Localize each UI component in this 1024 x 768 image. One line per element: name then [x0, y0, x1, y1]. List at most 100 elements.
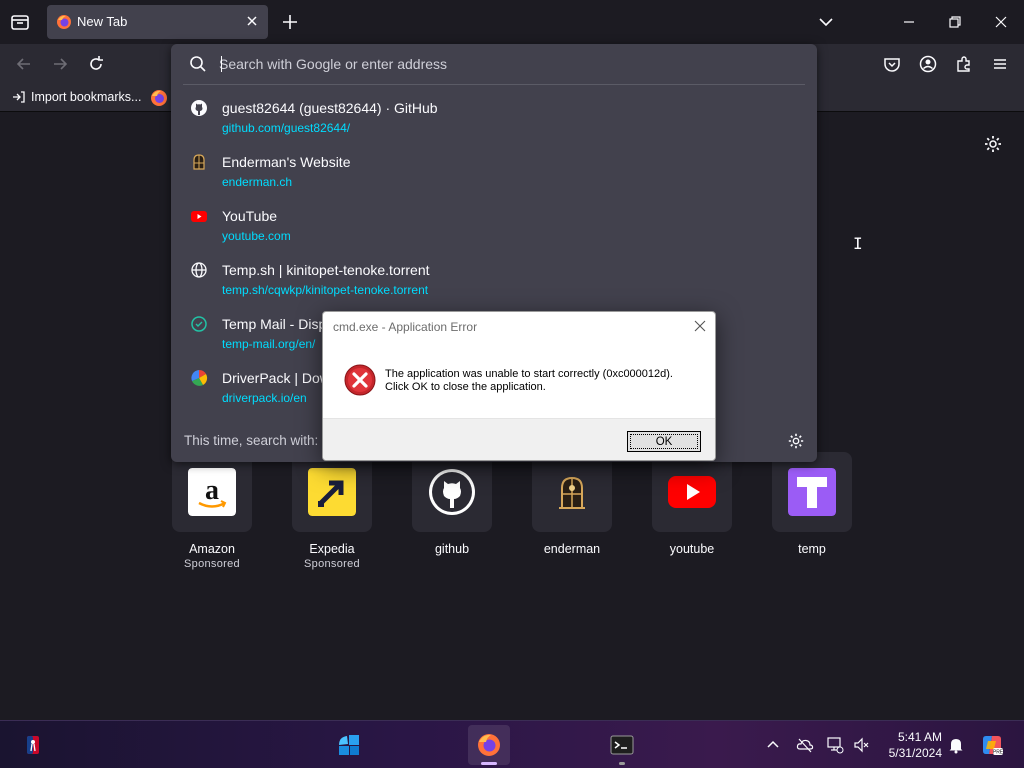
dialog-message: The application was unable to start corr… [385, 368, 673, 380]
text-caret [221, 56, 222, 72]
result-title: Temp.sh | kinitopet-tenoke.torrent [222, 262, 430, 278]
top-site-tile [772, 452, 852, 532]
start-icon[interactable] [337, 733, 361, 757]
result-url: temp.sh/cqwkp/kinitopet-tenoke.torrent [222, 283, 429, 297]
top-site-youtube[interactable]: youtube [652, 452, 732, 556]
github-icon [191, 100, 207, 116]
clock-time: 5:41 AM [897, 730, 942, 744]
minimize-button[interactable] [897, 10, 921, 34]
top-site-label: github [434, 542, 470, 556]
chevron-up-icon[interactable] [764, 736, 782, 754]
text-cursor-icon: I [853, 234, 863, 253]
top-site-label: enderman [543, 542, 601, 556]
tab-new-tab[interactable]: New Tab [47, 5, 268, 39]
volume-muted-icon[interactable] [853, 736, 871, 754]
result-url: enderman.ch [222, 175, 293, 189]
close-window-button[interactable] [989, 10, 1013, 34]
dialog-title: cmd.exe - Application Error [333, 320, 478, 334]
error-icon [344, 364, 376, 396]
top-site-label: temp [798, 542, 826, 556]
firefox-icon[interactable] [150, 89, 168, 107]
restore-button[interactable] [943, 10, 967, 34]
search-icon [190, 56, 206, 72]
svg-text:a: a [205, 475, 219, 506]
ok-button[interactable]: OK [627, 431, 701, 452]
result-title: Enderman's Website [222, 154, 351, 170]
result-url: github.com/guest82644/ [222, 121, 351, 135]
new-tab-button[interactable] [280, 12, 300, 32]
result-title: Temp Mail - Disp [222, 316, 327, 332]
divider [183, 84, 805, 85]
taskbar: 5:41 AM 5/31/2024 PRE [0, 720, 1024, 768]
top-site-expedia[interactable]: Expedia Sponsored [292, 452, 372, 570]
temp-icon [788, 468, 836, 516]
top-site-github[interactable]: github [412, 452, 492, 556]
import-bookmarks-button[interactable]: Import bookmarks... [12, 90, 141, 104]
error-dialog: cmd.exe - Application Error The applicat… [322, 311, 716, 461]
result-row[interactable]: YouTube youtube.com [171, 198, 817, 252]
close-tab-icon[interactable] [244, 13, 260, 29]
result-row[interactable]: guest82644 (guest82644) · GitHub github.… [171, 90, 817, 144]
enderman-icon [193, 154, 205, 170]
enderman-icon [559, 476, 585, 509]
result-title: guest82644 (guest82644) · GitHub [222, 100, 438, 116]
top-site-amazon[interactable]: a Amazon Sponsored [172, 452, 252, 570]
network-icon[interactable] [826, 736, 844, 754]
nba-widget-icon[interactable] [21, 733, 45, 757]
active-indicator [481, 762, 497, 765]
result-url: driverpack.io/en [222, 391, 307, 405]
globe-icon [191, 262, 207, 278]
result-url: temp-mail.org/en/ [222, 337, 316, 351]
top-site-enderman[interactable]: enderman [532, 452, 612, 556]
account-icon[interactable] [918, 54, 938, 74]
firefox-icon [57, 15, 71, 29]
gear-icon[interactable] [983, 134, 1003, 154]
youtube-icon [191, 211, 207, 222]
running-indicator [619, 762, 625, 765]
expedia-icon [308, 468, 356, 516]
sponsored-label: Sponsored [184, 558, 240, 570]
notification-bell-icon[interactable] [947, 736, 965, 754]
dialog-message-2: Click OK to close the application. [385, 381, 546, 393]
clock[interactable]: 5:41 AM 5/31/2024 [876, 729, 942, 761]
tempmail-icon [191, 316, 207, 332]
oneoff-label: This time, search with: [184, 433, 319, 448]
top-site-tile: a [172, 452, 252, 532]
import-bookmarks-label: Import bookmarks... [31, 90, 142, 104]
result-url: youtube.com [222, 229, 291, 243]
sponsored-label: Sponsored [304, 558, 360, 570]
top-site-label: Expedia [309, 542, 355, 556]
firefox-view-icon[interactable] [10, 12, 30, 32]
back-icon[interactable] [14, 54, 34, 74]
copilot-icon[interactable]: PRE [980, 733, 1004, 757]
chevron-down-icon[interactable] [816, 12, 836, 32]
driverpack-icon [191, 369, 208, 386]
top-site-tile [292, 452, 372, 532]
dialog-footer: OK [323, 418, 715, 460]
forward-icon[interactable] [50, 54, 70, 74]
firefox-taskbar-icon[interactable] [477, 733, 501, 757]
urlbar [171, 44, 817, 84]
top-site-tile [652, 452, 732, 532]
amazon-icon: a [188, 468, 236, 516]
result-title: YouTube [222, 208, 278, 224]
reload-icon[interactable] [86, 54, 106, 74]
result-row[interactable]: Enderman's Website enderman.ch [171, 144, 817, 198]
top-site-label: youtube [669, 542, 715, 556]
top-site-temp[interactable]: temp [772, 452, 852, 556]
address-input[interactable] [219, 52, 779, 76]
menu-icon[interactable] [990, 54, 1010, 74]
cloud-offline-icon[interactable] [796, 736, 814, 754]
import-icon [13, 91, 25, 103]
tab-title: New Tab [77, 14, 128, 29]
result-title: DriverPack | Dow [222, 370, 330, 386]
result-row[interactable]: Temp.sh | kinitopet-tenoke.torrent temp.… [171, 252, 817, 306]
pocket-icon[interactable] [882, 54, 902, 74]
extensions-icon[interactable] [954, 54, 974, 74]
tab-strip: New Tab [0, 0, 1024, 44]
svg-text:PRE: PRE [993, 750, 1004, 756]
youtube-icon [668, 476, 716, 508]
close-icon[interactable] [692, 318, 708, 334]
gear-icon[interactable] [787, 432, 805, 450]
terminal-icon[interactable] [610, 733, 634, 757]
